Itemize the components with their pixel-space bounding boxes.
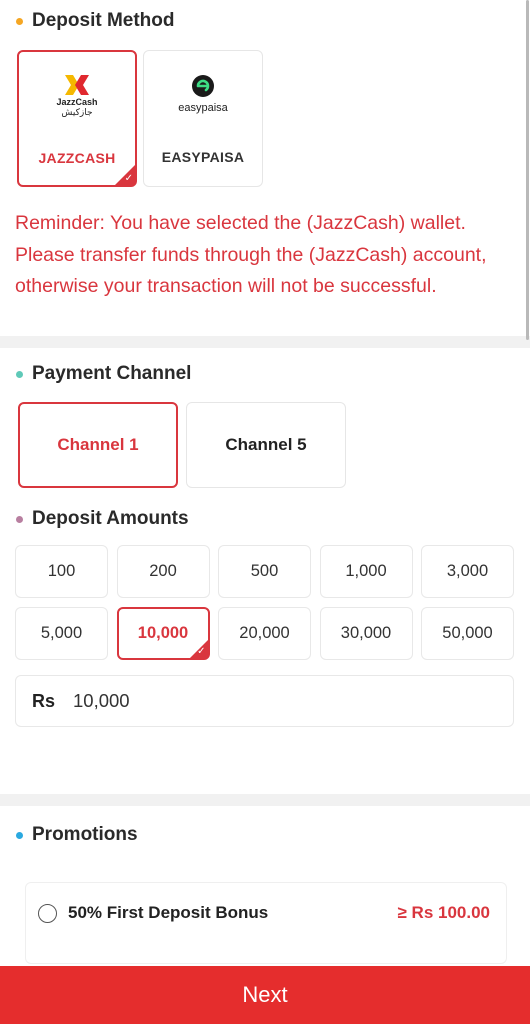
deposit-method-title-text: Deposit Method	[32, 10, 175, 31]
deposit-amounts-title-text: Deposit Amounts	[32, 508, 189, 529]
amount-option[interactable]: 3,000	[421, 545, 514, 598]
promo-card[interactable]: 50% First Deposit Bonus ≥ Rs 100.00	[25, 882, 507, 964]
scrollbar[interactable]	[526, 0, 529, 340]
check-icon: ✓	[124, 173, 133, 184]
easypaisa-icon	[191, 75, 214, 97]
amount-input-value: 10,000	[73, 690, 130, 711]
method-name-jazzcash: JAZZCASH	[38, 150, 116, 166]
amount-option[interactable]: 30,000	[319, 607, 413, 660]
bullet-dot	[16, 831, 23, 839]
deposit-method-title: Deposit Method	[16, 10, 175, 32]
bullet-dot	[16, 17, 23, 25]
method-list: JazzCash جازکیش JAZZCASH ✓ easypaisa EAS…	[17, 50, 263, 187]
bullet-dot	[16, 370, 23, 378]
deposit-method-section: Deposit Method JazzCash جازکیش JAZZCASH …	[0, 0, 530, 336]
amount-option[interactable]: 200	[116, 545, 210, 598]
promotions-title: Promotions	[16, 824, 138, 846]
amount-option-label: 10,000	[137, 624, 189, 642]
amount-option[interactable]: 1,000	[319, 545, 413, 598]
promotions-title-text: Promotions	[32, 824, 138, 845]
promo-row: 50% First Deposit Bonus ≥ Rs 100.00	[38, 903, 490, 923]
jazzcash-logo-text: JazzCash	[56, 97, 98, 107]
amount-option[interactable]: 50,000	[421, 607, 514, 660]
amount-option[interactable]: 5,000	[15, 607, 108, 660]
easypaisa-logo-text: easypaisa	[178, 102, 228, 114]
deposit-amounts-section: Deposit Amounts 100 200 500 1,000 3,000 …	[0, 498, 530, 794]
payment-channel-section: Payment Channel Channel 1 Channel 5	[0, 348, 530, 498]
payment-channel-title-text: Payment Channel	[32, 363, 192, 384]
next-button[interactable]: Next	[0, 966, 530, 1024]
currency-label: Rs	[32, 690, 56, 711]
check-icon: ✓	[197, 646, 206, 657]
jazzcash-icon	[65, 75, 89, 95]
amount-option-selected[interactable]: 10,000 ✓	[116, 607, 210, 660]
section-divider	[0, 336, 530, 348]
channel-list: Channel 1 Channel 5	[18, 402, 346, 488]
promo-name: 50% First Deposit Bonus	[68, 903, 269, 922]
deposit-amounts-title: Deposit Amounts	[16, 508, 189, 530]
amount-input-field[interactable]: Rs 10,000	[15, 675, 514, 727]
method-name-easypaisa: EASYPAISA	[161, 149, 245, 165]
payment-channel-title: Payment Channel	[16, 363, 191, 385]
wallet-reminder-text: Reminder: You have selected the (JazzCas…	[15, 212, 487, 297]
method-card-jazzcash[interactable]: JazzCash جازکیش JAZZCASH ✓	[17, 50, 137, 187]
channel-5-button[interactable]: Channel 5	[186, 402, 346, 488]
amount-option[interactable]: 100	[15, 545, 108, 598]
promo-min-amount: ≥ Rs 100.00	[397, 903, 490, 922]
section-divider	[0, 794, 530, 806]
channel-1-button[interactable]: Channel 1	[18, 402, 178, 488]
method-card-easypaisa[interactable]: easypaisa EASYPAISA	[143, 50, 263, 187]
easypaisa-logo: easypaisa	[178, 63, 228, 125]
promo-radio[interactable]	[38, 903, 57, 923]
amount-option[interactable]: 20,000	[218, 607, 311, 660]
amount-option[interactable]: 500	[218, 545, 311, 598]
jazzcash-logo: JazzCash جازکیش	[56, 64, 98, 126]
jazzcash-logo-subtext: جازکیش	[61, 107, 93, 117]
amount-grid: 100 200 500 1,000 3,000 5,000 10,000 ✓ 2…	[15, 545, 514, 660]
bullet-dot	[16, 515, 23, 523]
